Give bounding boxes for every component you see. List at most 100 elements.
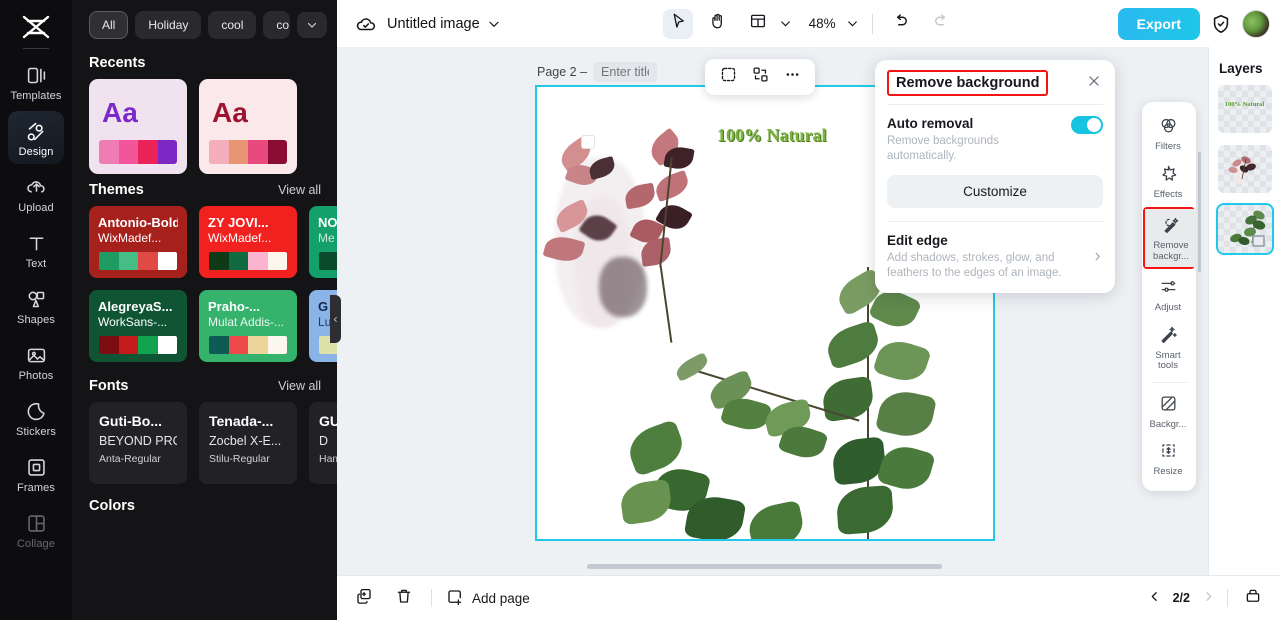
remove-background-icon [1162, 215, 1181, 239]
add-page-button[interactable]: Add page [446, 588, 530, 609]
edit-edge-section[interactable]: Edit edge Add shadows, strokes, glow, an… [875, 222, 1115, 281]
tool-remove-backgr[interactable]: Remove backgr... [1145, 209, 1197, 267]
cloud-saved-icon[interactable] [355, 13, 377, 35]
redo-button[interactable] [926, 9, 956, 39]
bottom-divider [431, 589, 432, 607]
undo-button[interactable] [886, 9, 916, 39]
theme-card-2[interactable]: NOMe [309, 206, 337, 278]
sidebar-item-shapes[interactable]: Shapes [8, 279, 64, 332]
layers-title: Layers [1209, 61, 1280, 76]
tool-adjust[interactable]: Adjust [1142, 271, 1194, 319]
fonts-view-all[interactable]: View all [278, 379, 321, 393]
tool-filters[interactable]: Filters [1142, 110, 1194, 158]
chip-holiday[interactable]: Holiday [135, 11, 201, 39]
color-swatch [119, 252, 139, 270]
tool-smart-tools[interactable]: Smart tools [1142, 319, 1194, 377]
theme-card-4[interactable]: Praho-...Mulat Addis-... [199, 290, 297, 362]
sidebar-label-shapes: Shapes [17, 314, 55, 326]
font-card-2[interactable]: GUDHam [309, 402, 337, 484]
page-label-row: Page 2 – [537, 62, 657, 82]
sidebar-item-design[interactable]: Design [8, 111, 64, 164]
sidebar-item-text[interactable]: Text [8, 223, 64, 276]
close-icon[interactable] [1085, 74, 1103, 92]
color-swatch [158, 252, 178, 270]
color-swatch [209, 336, 229, 354]
tool-label: Resize [1153, 467, 1182, 478]
chip-all[interactable]: All [89, 11, 128, 39]
canvas-horizontal-scrollbar[interactable] [587, 564, 942, 569]
panel-collapse-handle[interactable] [330, 295, 341, 343]
recents-title: Recents [89, 55, 145, 71]
color-swatch [138, 252, 158, 270]
customize-button[interactable]: Customize [887, 175, 1103, 208]
sidebar-label-stickers: Stickers [16, 426, 56, 438]
avatar[interactable] [1242, 10, 1270, 38]
auto-removal-toggle[interactable] [1071, 116, 1103, 134]
export-button[interactable]: Export [1118, 8, 1200, 40]
hand-tool-button[interactable] [703, 9, 733, 39]
add-page-icon [446, 588, 464, 609]
app-logo-icon[interactable] [16, 10, 56, 44]
chevron-down-icon[interactable] [487, 17, 501, 31]
chip-cool[interactable]: cool [208, 11, 256, 39]
font-card-1[interactable]: Tenada-...Zocbel X-E...Stilu-Regular [199, 402, 297, 484]
font-card-line-1: Tenada-... [209, 413, 287, 429]
chip-concise[interactable]: concise [263, 11, 290, 39]
duplicate-page-button[interactable] [351, 585, 377, 611]
page-grid-button[interactable] [1240, 585, 1266, 611]
main-area: Untitled image [337, 0, 1280, 620]
sidebar-item-stickers[interactable]: Stickers [8, 391, 64, 444]
select-subject-button[interactable] [714, 63, 742, 91]
zoom-level[interactable]: 48% [809, 16, 836, 31]
page-grid-icon [1244, 587, 1262, 610]
sidebar-item-templates[interactable]: Templates [8, 55, 64, 108]
themes-title: Themes [89, 182, 144, 198]
adjust-sliders-icon [1159, 277, 1178, 301]
select-tool-button[interactable] [663, 9, 693, 39]
tool-backgr[interactable]: Backgr... [1142, 388, 1194, 436]
sidebar-item-collage[interactable]: Collage [8, 503, 64, 556]
color-swatch [209, 252, 229, 270]
canvas-stage: Page 2 – [337, 47, 1280, 575]
theme-card-3[interactable]: AlegreyaS...WorkSans-... [89, 290, 187, 362]
color-swatch [248, 140, 268, 164]
tool-resize[interactable]: Resize [1142, 435, 1194, 483]
layer-dried-flower[interactable] [1218, 145, 1272, 193]
prev-page-button[interactable] [1148, 590, 1161, 607]
toolstrip-scrollbar[interactable] [1198, 152, 1201, 272]
layout-grid-icon [749, 12, 767, 35]
shield-check-icon[interactable] [1210, 13, 1232, 35]
theme-card-0[interactable]: Antonio-BoldWixMadef... [89, 206, 187, 278]
chevron-right-icon[interactable] [1092, 250, 1103, 265]
layer-text-100-natural[interactable]: 100% Natural [1218, 85, 1272, 133]
recent-sample-text: Aa [102, 97, 138, 129]
next-page-button[interactable] [1202, 590, 1215, 607]
chevron-down-icon[interactable] [779, 17, 792, 30]
font-card-line-2: BEYOND PRO... [99, 434, 177, 448]
color-swatch [209, 140, 229, 164]
theme-font-primary: NO [318, 215, 337, 230]
themes-view-all[interactable]: View all [278, 183, 321, 197]
theme-card-1[interactable]: ZY JOVI...WixMadef... [199, 206, 297, 278]
recent-card-0[interactable]: Aa [89, 79, 187, 174]
layout-tool-button[interactable] [743, 9, 773, 39]
delete-page-button[interactable] [391, 585, 417, 611]
toolbar-divider [872, 14, 873, 34]
sidebar-item-frames[interactable]: Frames [8, 447, 64, 500]
undo-icon [892, 12, 910, 35]
recent-card-1[interactable]: Aa [199, 79, 297, 174]
replace-image-button[interactable] [746, 63, 774, 91]
sidebar-item-photos[interactable]: Photos [8, 335, 64, 388]
layer-eucalyptus[interactable] [1218, 205, 1272, 253]
more-options-button[interactable] [778, 63, 806, 91]
add-page-label: Add page [472, 591, 530, 606]
panel-title: Remove background [896, 75, 1039, 91]
artwork-text[interactable]: 100% Natural [717, 125, 827, 146]
font-card-0[interactable]: Guti-Bo...BEYOND PRO...Anta-Regular [89, 402, 187, 484]
tool-effects[interactable]: Effects [1142, 158, 1194, 206]
document-title[interactable]: Untitled image [387, 16, 480, 32]
chevron-down-icon[interactable] [297, 12, 327, 38]
page-title-input[interactable] [593, 62, 657, 82]
sidebar-item-upload[interactable]: Upload [8, 167, 64, 220]
chevron-down-icon[interactable] [846, 17, 859, 30]
